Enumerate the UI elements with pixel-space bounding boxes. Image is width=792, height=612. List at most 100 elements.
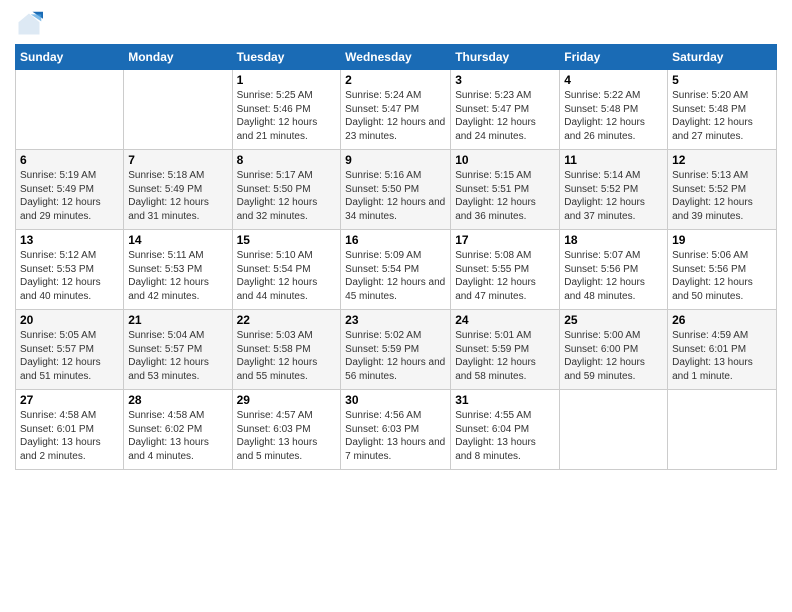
day-details: Sunrise: 5:09 AM Sunset: 5:54 PM Dayligh… xyxy=(345,249,446,303)
weekday-header-saturday: Saturday xyxy=(668,45,777,70)
weekday-header-monday: Monday xyxy=(124,45,232,70)
day-number: 6 xyxy=(20,153,119,167)
day-number: 25 xyxy=(564,313,663,327)
calendar-cell xyxy=(560,390,668,470)
calendar-week-row: 13 Sunrise: 5:12 AM Sunset: 5:53 PM Dayli… xyxy=(16,230,777,310)
day-details: Sunrise: 5:24 AM Sunset: 5:47 PM Dayligh… xyxy=(345,89,446,143)
day-details: Sunrise: 5:06 AM Sunset: 5:56 PM Dayligh… xyxy=(672,249,772,303)
day-details: Sunrise: 5:23 AM Sunset: 5:47 PM Dayligh… xyxy=(455,89,555,143)
calendar-cell: 29Sunrise: 4:57 AM Sunset: 6:03 PM Dayli… xyxy=(232,390,341,470)
day-details: Sunrise: 5:18 AM Sunset: 5:49 PM Dayligh… xyxy=(128,169,227,223)
day-number: 23 xyxy=(345,313,446,327)
calendar-cell: 2 Sunrise: 5:24 AM Sunset: 5:47 PM Daylig… xyxy=(341,70,451,150)
day-number: 9 xyxy=(345,153,446,167)
calendar-cell: 28 Sunrise: 4:58 AM Sunset: 6:02 PM Dayli… xyxy=(124,390,232,470)
weekday-header-friday: Friday xyxy=(560,45,668,70)
day-number: 16 xyxy=(345,233,446,247)
day-number: 11 xyxy=(564,153,663,167)
weekday-header-row: SundayMondayTuesdayWednesdayThursdayFrid… xyxy=(16,45,777,70)
calendar-cell: 18Sunrise: 5:07 AM Sunset: 5:56 PM Dayli… xyxy=(560,230,668,310)
calendar-cell: 9Sunrise: 5:16 AM Sunset: 5:50 PM Daylig… xyxy=(341,150,451,230)
day-number: 12 xyxy=(672,153,772,167)
calendar-cell xyxy=(668,390,777,470)
day-number: 15 xyxy=(237,233,337,247)
day-details: Sunrise: 5:13 AM Sunset: 5:52 PM Dayligh… xyxy=(672,169,772,223)
calendar-cell: 8Sunrise: 5:17 AM Sunset: 5:50 PM Daylig… xyxy=(232,150,341,230)
calendar-cell: 14Sunrise: 5:11 AM Sunset: 5:53 PM Dayli… xyxy=(124,230,232,310)
calendar-cell: 6 Sunrise: 5:19 AM Sunset: 5:49 PM Daylig… xyxy=(16,150,124,230)
day-number: 24 xyxy=(455,313,555,327)
day-details: Sunrise: 4:56 AM Sunset: 6:03 PM Dayligh… xyxy=(345,409,446,463)
calendar-cell: 7 Sunrise: 5:18 AM Sunset: 5:49 PM Daylig… xyxy=(124,150,232,230)
calendar-cell: 24Sunrise: 5:01 AM Sunset: 5:59 PM Dayli… xyxy=(451,310,560,390)
calendar-cell: 12 Sunrise: 5:13 AM Sunset: 5:52 PM Dayli… xyxy=(668,150,777,230)
calendar-cell: 25Sunrise: 5:00 AM Sunset: 6:00 PM Dayli… xyxy=(560,310,668,390)
calendar-body: 1 Sunrise: 5:25 AM Sunset: 5:46 PM Daylig… xyxy=(16,70,777,470)
calendar-cell: 3 Sunrise: 5:23 AM Sunset: 5:47 PM Daylig… xyxy=(451,70,560,150)
day-details: Sunrise: 4:55 AM Sunset: 6:04 PM Dayligh… xyxy=(455,409,555,463)
calendar-table: SundayMondayTuesdayWednesdayThursdayFrid… xyxy=(15,44,777,470)
day-number: 19 xyxy=(672,233,772,247)
day-details: Sunrise: 5:19 AM Sunset: 5:49 PM Dayligh… xyxy=(20,169,119,223)
day-details: Sunrise: 5:03 AM Sunset: 5:58 PM Dayligh… xyxy=(237,329,337,383)
weekday-header-sunday: Sunday xyxy=(16,45,124,70)
calendar-cell: 13 Sunrise: 5:12 AM Sunset: 5:53 PM Dayli… xyxy=(16,230,124,310)
calendar-week-row: 1 Sunrise: 5:25 AM Sunset: 5:46 PM Daylig… xyxy=(16,70,777,150)
calendar-week-row: 20 Sunrise: 5:05 AM Sunset: 5:57 PM Dayli… xyxy=(16,310,777,390)
day-number: 22 xyxy=(237,313,337,327)
day-details: Sunrise: 5:12 AM Sunset: 5:53 PM Dayligh… xyxy=(20,249,119,303)
calendar-cell: 21Sunrise: 5:04 AM Sunset: 5:57 PM Dayli… xyxy=(124,310,232,390)
day-details: Sunrise: 4:58 AM Sunset: 6:02 PM Dayligh… xyxy=(128,409,227,463)
calendar-cell: 10 Sunrise: 5:15 AM Sunset: 5:51 PM Dayli… xyxy=(451,150,560,230)
page-header xyxy=(15,10,777,38)
calendar-cell: 27 Sunrise: 4:58 AM Sunset: 6:01 PM Dayli… xyxy=(16,390,124,470)
calendar-cell xyxy=(124,70,232,150)
day-number: 31 xyxy=(455,393,555,407)
calendar-cell: 19 Sunrise: 5:06 AM Sunset: 5:56 PM Dayli… xyxy=(668,230,777,310)
day-details: Sunrise: 5:25 AM Sunset: 5:46 PM Dayligh… xyxy=(237,89,337,143)
day-number: 13 xyxy=(20,233,119,247)
day-details: Sunrise: 4:58 AM Sunset: 6:01 PM Dayligh… xyxy=(20,409,119,463)
calendar-cell: 4 Sunrise: 5:22 AM Sunset: 5:48 PM Daylig… xyxy=(560,70,668,150)
day-number: 2 xyxy=(345,73,446,87)
calendar-cell: 23 Sunrise: 5:02 AM Sunset: 5:59 PM Dayli… xyxy=(341,310,451,390)
day-number: 27 xyxy=(20,393,119,407)
day-number: 10 xyxy=(455,153,555,167)
day-number: 14 xyxy=(128,233,227,247)
calendar-header: SundayMondayTuesdayWednesdayThursdayFrid… xyxy=(16,45,777,70)
logo-icon xyxy=(15,10,43,38)
weekday-header-wednesday: Wednesday xyxy=(341,45,451,70)
calendar-cell: 15Sunrise: 5:10 AM Sunset: 5:54 PM Dayli… xyxy=(232,230,341,310)
day-number: 18 xyxy=(564,233,663,247)
calendar-cell: 11 Sunrise: 5:14 AM Sunset: 5:52 PM Dayli… xyxy=(560,150,668,230)
weekday-header-thursday: Thursday xyxy=(451,45,560,70)
day-details: Sunrise: 5:04 AM Sunset: 5:57 PM Dayligh… xyxy=(128,329,227,383)
day-number: 4 xyxy=(564,73,663,87)
day-details: Sunrise: 5:02 AM Sunset: 5:59 PM Dayligh… xyxy=(345,329,446,383)
day-number: 8 xyxy=(237,153,337,167)
day-number: 1 xyxy=(237,73,337,87)
calendar-cell: 22 Sunrise: 5:03 AM Sunset: 5:58 PM Dayli… xyxy=(232,310,341,390)
day-number: 17 xyxy=(455,233,555,247)
day-number: 20 xyxy=(20,313,119,327)
day-number: 26 xyxy=(672,313,772,327)
weekday-header-tuesday: Tuesday xyxy=(232,45,341,70)
calendar-cell: 20 Sunrise: 5:05 AM Sunset: 5:57 PM Dayli… xyxy=(16,310,124,390)
day-details: Sunrise: 5:20 AM Sunset: 5:48 PM Dayligh… xyxy=(672,89,772,143)
calendar-cell xyxy=(16,70,124,150)
day-number: 7 xyxy=(128,153,227,167)
calendar-cell: 26Sunrise: 4:59 AM Sunset: 6:01 PM Dayli… xyxy=(668,310,777,390)
calendar-cell: 16 Sunrise: 5:09 AM Sunset: 5:54 PM Dayli… xyxy=(341,230,451,310)
day-details: Sunrise: 5:05 AM Sunset: 5:57 PM Dayligh… xyxy=(20,329,119,383)
day-details: Sunrise: 5:22 AM Sunset: 5:48 PM Dayligh… xyxy=(564,89,663,143)
calendar-cell: 1 Sunrise: 5:25 AM Sunset: 5:46 PM Daylig… xyxy=(232,70,341,150)
day-number: 3 xyxy=(455,73,555,87)
calendar-week-row: 27 Sunrise: 4:58 AM Sunset: 6:01 PM Dayli… xyxy=(16,390,777,470)
day-number: 28 xyxy=(128,393,227,407)
day-details: Sunrise: 5:15 AM Sunset: 5:51 PM Dayligh… xyxy=(455,169,555,223)
day-details: Sunrise: 5:08 AM Sunset: 5:55 PM Dayligh… xyxy=(455,249,555,303)
calendar-cell: 31 Sunrise: 4:55 AM Sunset: 6:04 PM Dayli… xyxy=(451,390,560,470)
calendar-cell: 30Sunrise: 4:56 AM Sunset: 6:03 PM Dayli… xyxy=(341,390,451,470)
day-details: Sunrise: 5:14 AM Sunset: 5:52 PM Dayligh… xyxy=(564,169,663,223)
calendar-cell: 17 Sunrise: 5:08 AM Sunset: 5:55 PM Dayli… xyxy=(451,230,560,310)
